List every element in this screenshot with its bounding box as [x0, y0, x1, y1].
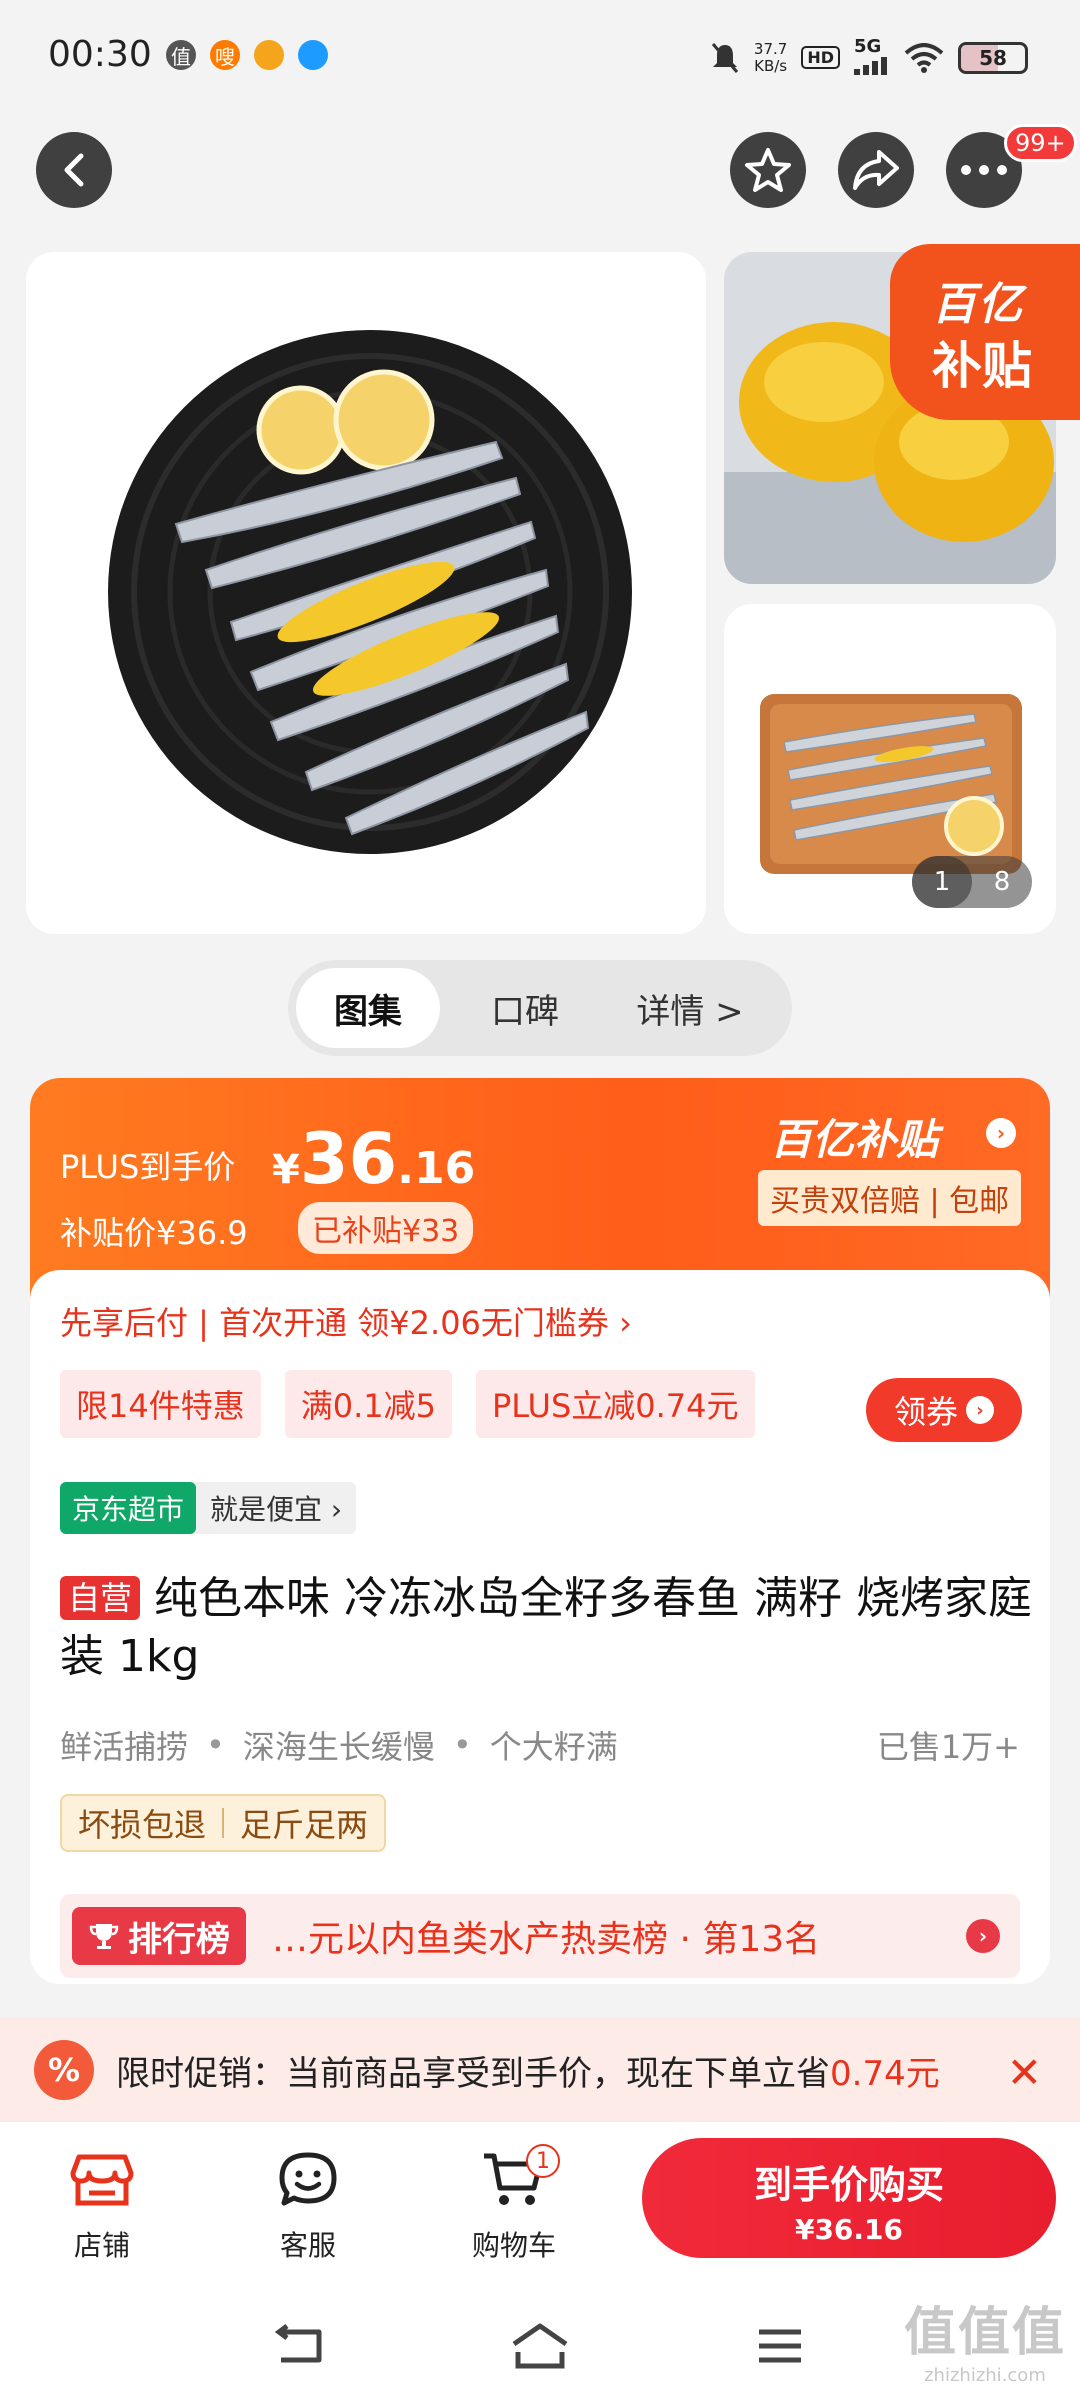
zhi-app-icon: 值 [166, 40, 196, 70]
buy-now-button[interactable]: 到手价购买 ¥36.16 [642, 2138, 1056, 2258]
star-icon [745, 148, 791, 192]
more-dots-icon [961, 165, 1007, 175]
store-slogan: 就是便宜 › [210, 1493, 343, 1526]
system-indicators: 37.7 KB/s HD 5G 58 [710, 36, 1028, 79]
cart-count-badge: 1 [526, 2144, 560, 2178]
chevron-right-icon: › [966, 1396, 994, 1424]
feature-item: 深海生长缓慢 [242, 1728, 435, 1766]
back-button[interactable] [36, 132, 112, 208]
service-item: 坏损包退 [78, 1806, 207, 1844]
status-bar: 00:30 值 嗖 猫 企鹅 37.7KB/s HD 5G 58 [0, 0, 1080, 110]
jd-supermarket-tag: 京东超市 [60, 1482, 197, 1534]
limited-promo-bar: % 限时促销：当前商品享受到手价，现在下单立省0.74元 ✕ [0, 2018, 1080, 2122]
system-navigation-bar: 值值值 zhizhizhi.com [0, 2286, 1080, 2400]
network-speed: 37.7 KB/s [753, 39, 788, 75]
tab-reviews[interactable]: 口碑 [440, 968, 610, 1048]
shop-button[interactable]: 店铺 [42, 2144, 162, 2264]
home-icon [512, 2323, 568, 2369]
store-icon [70, 2154, 134, 2206]
bottom-action-bar: 店铺 客服 1 购物车 到手价购买 ¥36.16 [0, 2122, 1080, 2286]
back-arrow-icon [274, 2324, 322, 2363]
store-row[interactable]: 京东超市 就是便宜 › [60, 1482, 357, 1534]
percent-icon: % [34, 2040, 94, 2100]
ranking-text: …元以内鱼类水产热卖榜 · 第13名 [272, 1919, 821, 1960]
product-info-card: PLUS到手价 ¥36.16 补贴价¥36.9 已补贴¥33 百亿补贴 › 买贵… [30, 1078, 1050, 1984]
product-title: 自营 纯色本味 冷冻冰岛全籽多春鱼 满籽 烧烤家庭装 1kg [60, 1573, 1032, 1682]
cat-app-icon: 猫 [254, 40, 284, 70]
feature-item: 鲜活捕捞 [60, 1728, 189, 1766]
ranking-tag: 排行榜 [72, 1907, 246, 1965]
mute-bell-icon [711, 42, 739, 73]
self-operated-tag: 自营 [60, 1576, 141, 1620]
close-icon[interactable]: ✕ [1007, 2048, 1042, 2097]
chevron-right-icon[interactable]: › [986, 1118, 1016, 1148]
subsidy-brand[interactable]: 百亿补贴 [770, 1106, 938, 1167]
image-counter: 1 8 [912, 856, 1032, 908]
qq-app-icon: 企鹅 [298, 40, 328, 70]
sales-count: 已售1万+ [876, 1728, 1020, 1766]
chevron-left-icon [64, 153, 84, 187]
content-tabs: 图集 口碑 详情 > [288, 960, 792, 1056]
battery-icon: 58 [958, 41, 1028, 74]
smiley-chat-icon [279, 2152, 337, 2206]
coupon-limited[interactable]: 限14件特惠 [60, 1370, 261, 1438]
share-button[interactable] [838, 132, 914, 208]
customer-service-button[interactable]: 客服 [248, 2144, 368, 2264]
coupon-plus[interactable]: PLUS立减0.74元 [476, 1370, 755, 1438]
favorite-button[interactable] [730, 132, 806, 208]
coupon-list: 限14件特惠 满0.1减5 PLUS立减0.74元 [60, 1370, 755, 1438]
service-item: 足斤足两 [240, 1806, 369, 1844]
feature-row: 鲜活捕捞 • 深海生长缓慢 • 个大籽满 已售1万+ [60, 1722, 1020, 1768]
tab-gallery[interactable]: 图集 [296, 968, 440, 1048]
home-nav-button[interactable] [500, 2316, 580, 2376]
chevron-right-icon: › [966, 1919, 1000, 1953]
back-nav-button[interactable] [258, 2316, 338, 2376]
coupon-discount[interactable]: 满0.1减5 [284, 1370, 452, 1438]
menu-icon [759, 2329, 801, 2363]
fish-plate-image [108, 330, 632, 854]
subsidy-corner-tag: 百亿 补贴 [890, 244, 1080, 420]
product-info-body: 先享后付 | 首次开通 领¥2.06无门槛券 › 限14件特惠 满0.1减5 P… [30, 1270, 1050, 1984]
status-time: 00:30 [48, 34, 152, 75]
tab-details[interactable]: 详情 > [610, 968, 770, 1048]
signal-icon: 5G [854, 36, 890, 79]
price-value: ¥36.16 [272, 1118, 476, 1200]
sou-app-icon: 嗖 [210, 40, 240, 70]
get-coupon-button[interactable]: 领券 › [866, 1378, 1022, 1442]
subsidized-amount-badge: 已补贴¥33 [298, 1202, 474, 1254]
watermark: 值值值 zhizhizhi.com [903, 2303, 1066, 2386]
promo-text: 限时促销：当前商品享受到手价，现在下单立省0.74元 [116, 2053, 940, 2094]
trophy-icon [89, 1924, 119, 1949]
plus-price-label: PLUS到手价 [60, 1148, 236, 1186]
hd-icon: HD [801, 46, 840, 69]
share-icon [853, 150, 899, 190]
ranking-banner[interactable]: 排行榜 …元以内鱼类水产热卖榜 · 第13名 › [60, 1894, 1020, 1978]
cart-button[interactable]: 1 购物车 [454, 2144, 574, 2264]
service-badges[interactable]: 坏损包退 足斤足两 [60, 1794, 387, 1852]
subsidy-price: 补贴价¥36.9 [60, 1214, 248, 1252]
wifi-icon [904, 42, 944, 73]
feature-item: 个大籽满 [489, 1728, 618, 1766]
guarantee-badge[interactable]: 买贵双倍赔 | 包邮 [758, 1170, 1022, 1226]
pay-later-offer[interactable]: 先享后付 | 首次开通 领¥2.06无门槛券 › [60, 1298, 632, 1344]
product-main-image[interactable] [26, 252, 706, 934]
notification-icons: 值 嗖 猫 企鹅 [166, 40, 328, 70]
message-badge: 99+ [1004, 124, 1077, 162]
menu-nav-button[interactable] [740, 2316, 820, 2376]
